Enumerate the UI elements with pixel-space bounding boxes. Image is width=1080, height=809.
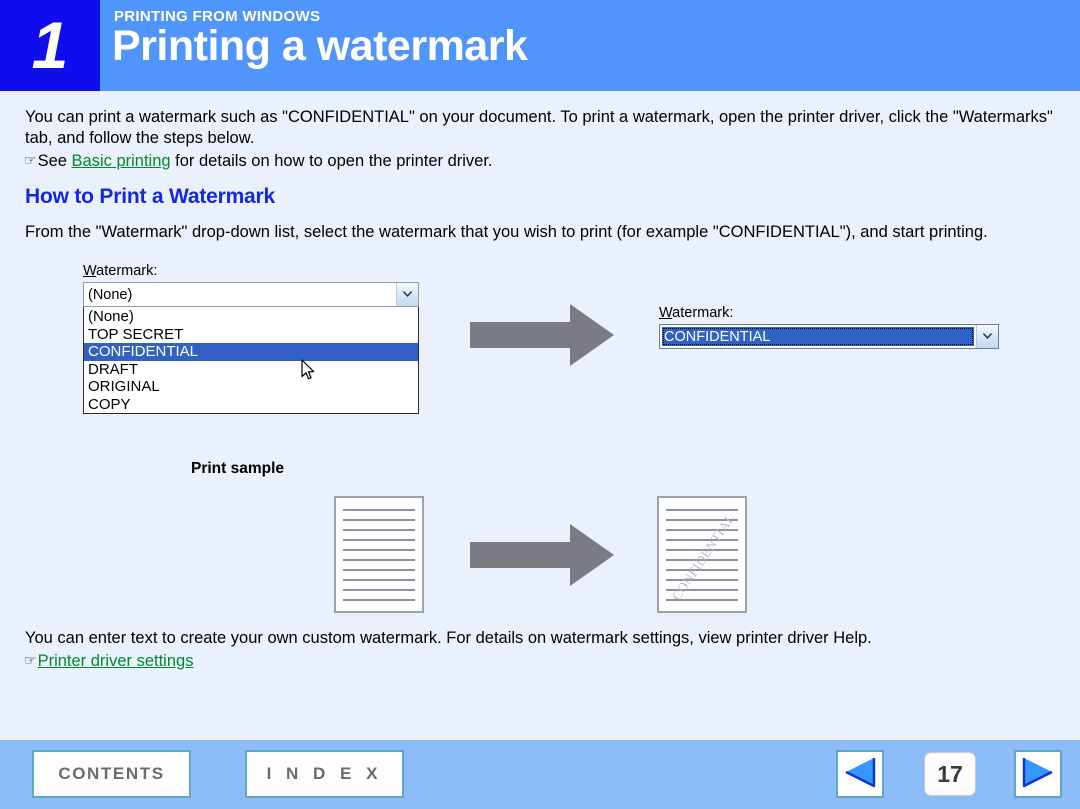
- watermark-option-list[interactable]: (None) TOP SECRET CONFIDENTIAL DRAFT ORI…: [83, 307, 419, 414]
- next-page-button[interactable]: [1014, 750, 1062, 798]
- document-line: [666, 529, 738, 531]
- document-line: [666, 599, 738, 601]
- watermark-label-accel: W: [83, 263, 97, 279]
- watermark-option[interactable]: (None): [84, 308, 418, 326]
- watermark-combo-before: Watermark: (None) (None) TOP SECRET CONF…: [83, 263, 419, 414]
- see-basic-printing-line: ☞See Basic printing for details on how t…: [24, 151, 824, 172]
- triangle-right-icon: [1021, 756, 1055, 793]
- watermark-option[interactable]: TOP SECRET: [84, 326, 418, 344]
- contents-button[interactable]: CONTENTS: [32, 750, 191, 798]
- document-line: [343, 549, 415, 551]
- see-suffix: for details on how to open the printer d…: [170, 152, 493, 170]
- watermark-option[interactable]: COPY: [84, 396, 418, 414]
- flow-arrow-right-icon-top: [470, 302, 615, 368]
- watermark-select-before[interactable]: (None): [83, 282, 419, 307]
- document-line: [666, 589, 738, 591]
- document-line: [343, 589, 415, 591]
- document-line: [666, 549, 738, 551]
- watermark-label-rest: atermark:: [96, 263, 158, 279]
- howto-paragraph: From the "Watermark" drop-down list, sel…: [25, 223, 988, 241]
- document-line: [343, 519, 415, 521]
- watermark-option[interactable]: DRAFT: [84, 361, 418, 379]
- document-sample-watermarked: CONFIDENTIAL: [657, 496, 747, 613]
- flow-arrow-right-icon-bottom: [470, 522, 615, 588]
- printer-driver-settings-line: ☞Printer driver settings: [24, 651, 824, 672]
- watermark-label-accel: W: [659, 305, 673, 321]
- chapter-number: 1: [31, 8, 69, 82]
- document-line: [343, 579, 415, 581]
- document-sample-plain: [334, 496, 424, 613]
- footer-navbar: CONTENTS I N D E X 17: [0, 740, 1080, 809]
- printer-driver-settings-link[interactable]: Printer driver settings: [38, 652, 194, 670]
- document-line: [343, 569, 415, 571]
- watermark-label-after: Watermark:: [659, 305, 999, 321]
- watermark-label-before: Watermark:: [83, 263, 419, 279]
- watermark-selected-value-before: (None): [88, 286, 133, 303]
- document-line: [343, 599, 415, 601]
- triangle-left-icon: [843, 756, 877, 793]
- pointing-hand-icon: ☞: [24, 153, 37, 169]
- document-line: [666, 569, 738, 571]
- previous-page-button[interactable]: [836, 750, 884, 798]
- see-prefix: See: [37, 152, 72, 170]
- document-text-lines: [343, 509, 415, 601]
- document-line: [343, 509, 415, 511]
- watermark-label-rest: atermark:: [672, 305, 734, 321]
- document-line: [666, 539, 738, 541]
- document-line: [343, 539, 415, 541]
- section-heading: How to Print a Watermark: [25, 185, 275, 208]
- document-line: [666, 509, 738, 511]
- document-line: [666, 559, 738, 561]
- page-number-indicator: 17: [924, 752, 976, 796]
- chevron-down-icon[interactable]: [976, 325, 998, 348]
- document-line: [343, 559, 415, 561]
- watermark-option[interactable]: ORIGINAL: [84, 378, 418, 396]
- watermark-combo-after: Watermark: CONFIDENTIAL: [659, 305, 999, 349]
- basic-printing-link[interactable]: Basic printing: [72, 152, 171, 170]
- pointing-hand-icon: ☞: [24, 653, 37, 669]
- document-line: [343, 529, 415, 531]
- print-sample-label: Print sample: [191, 460, 285, 477]
- document-line: [666, 579, 738, 581]
- custom-watermark-paragraph: You can enter text to create your own cu…: [25, 629, 872, 647]
- index-button[interactable]: I N D E X: [245, 750, 404, 798]
- watermark-select-after[interactable]: CONFIDENTIAL: [659, 324, 999, 349]
- intro-paragraph: You can print a watermark such as "CONFI…: [25, 108, 1053, 147]
- document-text-lines: [666, 509, 738, 601]
- watermark-selected-value-after: CONFIDENTIAL: [662, 327, 974, 346]
- page-title: Printing a watermark: [112, 22, 528, 70]
- watermark-option-selected[interactable]: CONFIDENTIAL: [84, 343, 418, 361]
- page-header: 1 PRINTING FROM WINDOWS Printing a water…: [0, 0, 1080, 91]
- chevron-down-icon[interactable]: [396, 283, 418, 306]
- document-line: [666, 519, 738, 521]
